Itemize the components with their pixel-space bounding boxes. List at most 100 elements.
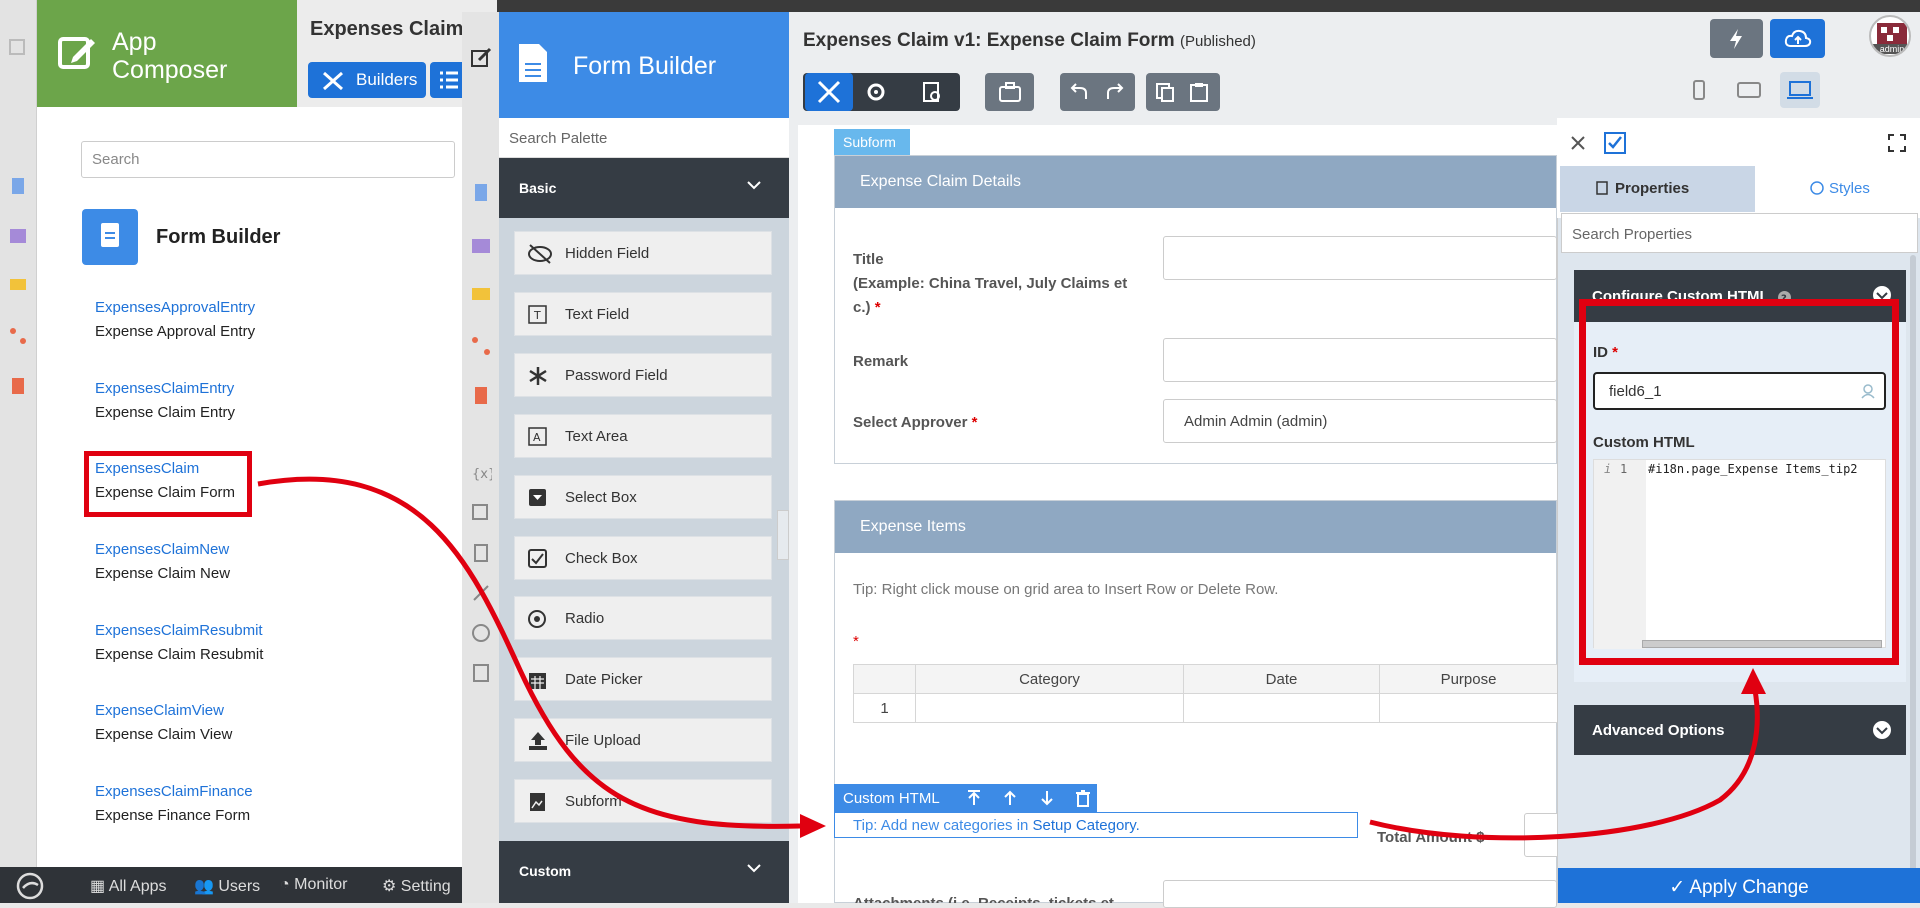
preview-icon[interactable] — [921, 81, 943, 103]
chevron-down-icon[interactable] — [1872, 720, 1892, 740]
expand-icon[interactable] — [1887, 133, 1907, 153]
form-icon[interactable] — [8, 176, 28, 196]
palette-item-subform[interactable]: Subform — [514, 779, 772, 823]
palette-item-radio[interactable]: Radio — [514, 596, 772, 640]
users-link[interactable]: 👥 Users — [194, 876, 260, 896]
process-icon[interactable] — [470, 335, 492, 357]
builders-button[interactable]: Builders — [308, 62, 426, 98]
pdf-icon[interactable] — [470, 385, 492, 407]
copy-icon[interactable] — [1154, 81, 1176, 103]
total-amount-label: Total Amount $ — [1377, 829, 1485, 846]
move-up-top-icon[interactable] — [966, 789, 982, 807]
properties-search-input[interactable]: Search Properties — [1561, 213, 1918, 253]
edit-icon[interactable] — [8, 36, 28, 56]
title-field[interactable] — [1163, 236, 1557, 280]
palette-category-basic[interactable]: Basic — [499, 158, 789, 218]
form-id-link[interactable]: ExpensesClaimNew — [95, 538, 230, 562]
form-id-link[interactable]: ExpensesApprovalEntry — [95, 296, 255, 320]
palette-item-label: Text Area — [565, 428, 628, 445]
all-apps-link[interactable]: ▦ All Apps — [90, 876, 167, 896]
design-tools-icon[interactable] — [805, 73, 853, 111]
setup-category-link[interactable]: Setup Category. — [1033, 817, 1140, 834]
palette-category-custom[interactable]: Custom — [499, 841, 789, 903]
list-item[interactable]: ExpenseClaimView Expense Claim View — [95, 699, 232, 747]
select-box-icon — [527, 487, 551, 509]
monitor-link[interactable]: ◔ Monitor — [280, 876, 347, 894]
list-item[interactable]: ExpensesClaimEntry Expense Claim Entry — [95, 377, 235, 425]
apply-change-button[interactable]: ✓ Apply Change — [1558, 868, 1920, 903]
close-icon[interactable] — [1568, 133, 1588, 153]
grid-header: Date — [1183, 664, 1380, 694]
form-icon[interactable] — [470, 182, 492, 204]
palette-item-password-field[interactable]: Password Field — [514, 353, 772, 397]
script-icon[interactable] — [470, 662, 492, 684]
search-input[interactable]: Search — [81, 141, 455, 178]
pdf-icon[interactable] — [8, 376, 28, 396]
palette-item-text-field[interactable]: T Text Field — [514, 292, 772, 336]
briefcase-icon[interactable] — [998, 81, 1021, 103]
list-item[interactable]: ExpensesClaimFinance Expense Finance Form — [95, 780, 253, 828]
datalist-icon[interactable] — [8, 226, 28, 246]
datalist-icon[interactable] — [470, 235, 492, 257]
variable-icon[interactable]: {x} — [470, 462, 492, 484]
form-id-link[interactable]: ExpensesClaimFinance — [95, 780, 253, 804]
gauge-icon[interactable] — [470, 622, 492, 644]
palette-item-text-area[interactable]: A Text Area — [514, 414, 772, 458]
grid-cell-category[interactable] — [915, 693, 1184, 723]
settings-link[interactable]: ⚙ Setting — [382, 876, 451, 896]
userview-icon[interactable] — [8, 276, 28, 296]
desktop-view-icon[interactable] — [1780, 72, 1820, 108]
grid-cell-date[interactable] — [1183, 693, 1380, 723]
palette-collapse-handle[interactable] — [777, 510, 789, 560]
palette-item-check-box[interactable]: Check Box — [514, 536, 772, 580]
mobile-view-icon[interactable] — [1688, 79, 1710, 101]
form-builder-tile-icon[interactable] — [82, 209, 138, 265]
undo-icon[interactable] — [1068, 81, 1090, 103]
doc-icon[interactable] — [470, 542, 492, 564]
grid-cell-purpose[interactable] — [1379, 693, 1558, 723]
palette-item-select-box[interactable]: Select Box — [514, 475, 772, 519]
paste-icon[interactable] — [1188, 81, 1210, 103]
advanced-options-header[interactable]: Advanced Options — [1574, 705, 1906, 755]
palette-item-date-picker[interactable]: Date Picker — [514, 657, 772, 701]
custom-html-element[interactable]: Tip: Add new categories in Setup Categor… — [834, 812, 1358, 838]
subform-tag[interactable]: Subform — [834, 129, 910, 155]
form-id-link[interactable]: ExpensesClaimEntry — [95, 377, 235, 401]
apply-change-label: ✓ Apply Change — [1669, 877, 1809, 898]
lightning-icon — [1728, 28, 1744, 50]
form-id-link[interactable]: ExpensesClaimResubmit — [95, 619, 263, 643]
tablet-view-icon[interactable] — [1736, 81, 1762, 99]
form-title: Expenses Claim v1: Expense Claim Form (P… — [803, 30, 1256, 51]
apply-check-icon[interactable] — [1603, 131, 1627, 155]
highlight-box-properties — [1579, 299, 1899, 665]
plugin-icon[interactable] — [470, 582, 492, 604]
avatar[interactable]: admin — [1869, 15, 1911, 57]
trash-icon[interactable] — [1075, 789, 1091, 807]
process-icon[interactable] — [8, 326, 28, 346]
items-grid[interactable]: Category Date Purpose 1 — [853, 664, 1558, 723]
list-item[interactable]: ExpensesClaimResubmit Expense Claim Resub… — [95, 619, 263, 667]
palette-item-file-upload[interactable]: File Upload — [514, 718, 772, 762]
resource-icon[interactable] — [470, 502, 492, 524]
list-item[interactable]: ExpensesClaimNew Expense Claim New — [95, 538, 230, 586]
userview-icon[interactable] — [470, 284, 492, 306]
list-icon[interactable] — [430, 62, 466, 98]
attachments-field[interactable] — [1163, 880, 1557, 908]
tab-styles[interactable]: Styles — [1755, 166, 1920, 212]
scrollbar[interactable] — [1910, 255, 1916, 875]
tab-properties[interactable]: Properties — [1560, 166, 1755, 212]
deploy-button[interactable] — [1770, 19, 1825, 58]
list-item[interactable]: ExpensesApprovalEntry Expense Approval En… — [95, 296, 255, 344]
gear-icon[interactable] — [865, 81, 887, 103]
palette-search-input[interactable]: Search Palette — [499, 118, 789, 158]
approver-select[interactable]: Admin Admin (admin) — [1163, 399, 1557, 443]
redo-icon[interactable] — [1102, 81, 1124, 103]
form-id-link[interactable]: ExpenseClaimView — [95, 699, 232, 723]
custom-html-toolbar[interactable]: Custom HTML — [834, 784, 1097, 812]
quick-action-button[interactable] — [1710, 19, 1763, 58]
remark-field[interactable] — [1163, 338, 1557, 382]
palette-item-hidden-field[interactable]: Hidden Field — [514, 231, 772, 275]
edit-icon[interactable] — [470, 46, 492, 68]
arrow-down-icon[interactable] — [1039, 789, 1055, 807]
arrow-up-icon[interactable] — [1002, 789, 1018, 807]
